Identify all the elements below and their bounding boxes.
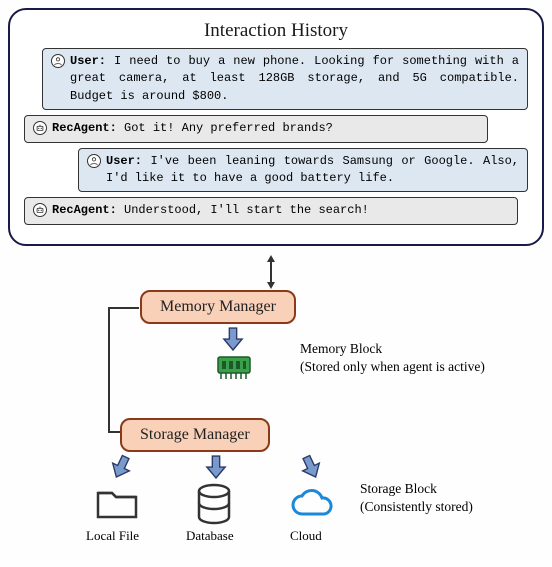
memory-block-label: Memory Block (Stored only when agent is … bbox=[300, 340, 485, 376]
local-file-label: Local File bbox=[86, 528, 139, 544]
memory-manager-node: Memory Manager bbox=[140, 290, 296, 324]
database-icon bbox=[194, 483, 234, 530]
message-text: RecAgent: Understood, I'll start the sea… bbox=[52, 202, 509, 219]
interaction-history-panel: Interaction History User: I need to buy … bbox=[8, 8, 544, 246]
message-user-1: User: I need to buy a new phone. Looking… bbox=[42, 48, 528, 110]
arrow-down-icon bbox=[222, 326, 244, 352]
arrow-down-icon bbox=[205, 454, 227, 480]
message-agent-2: RecAgent: Understood, I'll start the sea… bbox=[24, 197, 518, 224]
cloud-label: Cloud bbox=[290, 528, 322, 544]
bot-icon bbox=[33, 203, 47, 217]
storage-block-label: Storage Block (Consistently stored) bbox=[360, 480, 473, 516]
message-text: RecAgent: Got it! Any preferred brands? bbox=[52, 120, 479, 137]
arrow-down-icon bbox=[106, 451, 137, 484]
message-text: User: I need to buy a new phone. Looking… bbox=[70, 53, 519, 105]
connector-path bbox=[105, 304, 145, 434]
message-agent-1: RecAgent: Got it! Any preferred brands? bbox=[24, 115, 488, 142]
user-icon bbox=[87, 154, 101, 168]
database-label: Database bbox=[186, 528, 234, 544]
user-icon bbox=[51, 54, 65, 68]
cloud-icon bbox=[288, 486, 334, 525]
memory-chip-icon bbox=[216, 355, 252, 386]
history-title: Interaction History bbox=[24, 20, 528, 42]
message-text: User: I've been leaning towards Samsung … bbox=[106, 153, 519, 188]
storage-manager-node: Storage Manager bbox=[120, 418, 270, 452]
arrow-down-icon bbox=[267, 282, 275, 289]
bot-icon bbox=[33, 121, 47, 135]
message-user-2: User: I've been leaning towards Samsung … bbox=[78, 148, 528, 193]
folder-icon bbox=[94, 483, 140, 528]
arrow-down-icon bbox=[296, 451, 327, 484]
